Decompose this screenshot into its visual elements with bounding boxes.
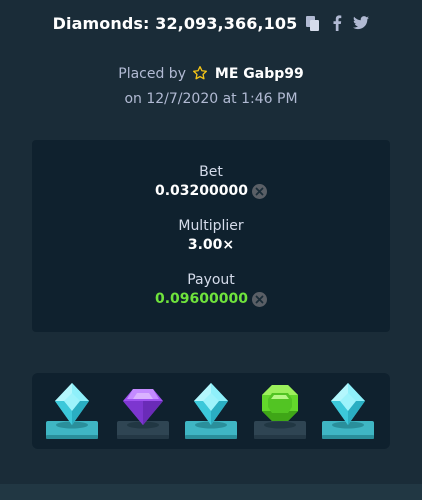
star-icon <box>192 65 208 85</box>
username-link[interactable]: ME Gabp99 <box>215 66 304 82</box>
copy-icon[interactable] <box>305 15 321 31</box>
diamond-gem-icon <box>194 383 228 425</box>
bet-value-row: 0.03200000 <box>155 183 267 199</box>
twitter-icon[interactable] <box>353 15 370 31</box>
bet-stat: Bet 0.03200000 <box>32 164 390 199</box>
amethyst-gem-icon <box>123 389 163 425</box>
payout-label: Payout <box>187 272 235 288</box>
gems-board <box>32 373 390 449</box>
bet-value: 0.03200000 <box>155 183 248 199</box>
currency-coin-icon <box>252 291 267 307</box>
gem-slot-emerald <box>252 381 308 439</box>
header: Diamonds: 32,093,366,105 <box>0 12 422 34</box>
facebook-icon[interactable] <box>329 15 345 31</box>
bet-detail-page: Diamonds: 32,093,366,105 Placed by ME Ga… <box>0 0 422 500</box>
gem-slot-diamond <box>320 381 376 439</box>
bet-stats-card: Bet 0.03200000 Multiplier 3.00× Payout 0… <box>32 140 390 332</box>
diamond-gem-icon <box>331 383 365 425</box>
payout-value: 0.09600000 <box>155 291 248 307</box>
emerald-gem-icon <box>262 385 298 421</box>
placed-by-label: Placed by <box>118 66 186 82</box>
currency-coin-icon <box>252 183 267 199</box>
placed-by-line: Placed by ME Gabp99 <box>0 65 422 85</box>
diamond-gem-icon <box>55 383 89 425</box>
footer-strip <box>0 484 422 500</box>
multiplier-label: Multiplier <box>178 218 244 234</box>
bet-label: Bet <box>199 164 223 180</box>
gem-slot-diamond <box>183 381 239 439</box>
game-title: Diamonds: 32,093,366,105 <box>52 13 298 33</box>
payout-value-row: 0.09600000 <box>155 291 267 307</box>
gem-slot-diamond <box>44 381 100 439</box>
placed-date: on 12/7/2020 at 1:46 PM <box>124 91 298 107</box>
payout-stat: Payout 0.09600000 <box>32 272 390 307</box>
multiplier-stat: Multiplier 3.00× <box>32 218 390 253</box>
multiplier-value: 3.00× <box>187 237 235 253</box>
gem-slot-amethyst <box>115 381 171 439</box>
